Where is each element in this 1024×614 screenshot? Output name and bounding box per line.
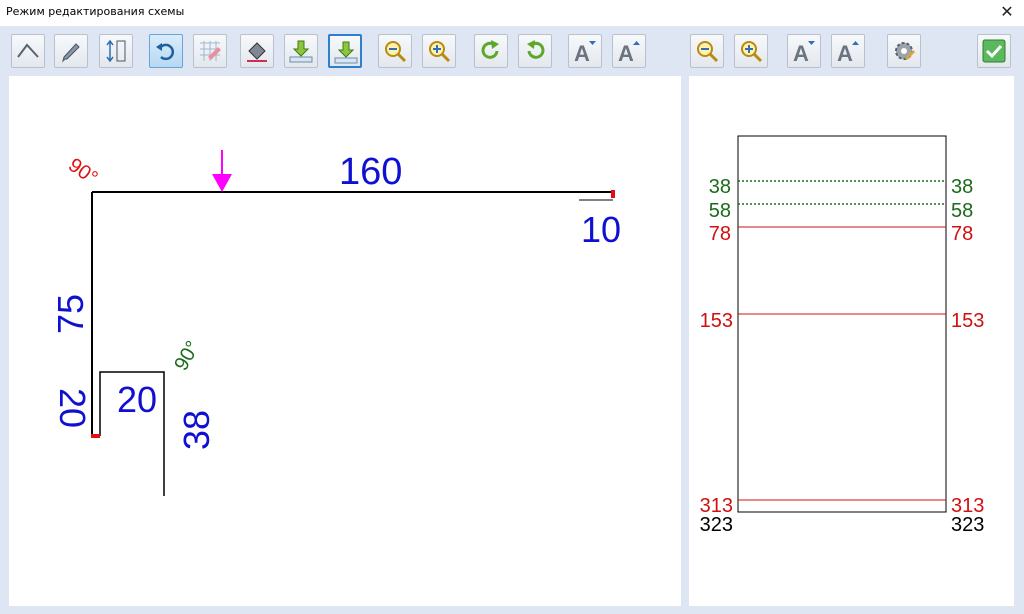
- svg-text:A: A: [618, 41, 634, 63]
- right-label: 58: [951, 200, 973, 222]
- import-button[interactable]: [284, 34, 318, 68]
- dim-lower-width[interactable]: 20: [117, 379, 157, 420]
- download-arrow-icon: [289, 40, 313, 63]
- right-label: 78: [951, 223, 973, 245]
- layout-zoom-in-button[interactable]: [734, 34, 768, 68]
- sheet-layout[interactable]: 38 58 78 153 313 323 38 58 78 153 313 32…: [689, 76, 1014, 606]
- layout-view[interactable]: 38 58 78 153 313 323 38 58 78 153 313 32…: [689, 76, 1014, 606]
- zoom-out-button[interactable]: [378, 34, 412, 68]
- left-label: 78: [709, 223, 731, 245]
- sheet-outline: [737, 135, 947, 513]
- dim-right-flange[interactable]: 10: [581, 209, 621, 250]
- zoom-in-button[interactable]: [422, 34, 456, 68]
- rotate-counterclockwise-button[interactable]: [518, 34, 552, 68]
- angle-top[interactable]: 90°: [64, 154, 101, 189]
- dim-left[interactable]: 75: [50, 294, 91, 334]
- svg-text:A: A: [837, 41, 853, 63]
- toolbar: A A A A: [0, 26, 1024, 76]
- zoom-in-icon: [429, 41, 451, 63]
- font-increase-icon: A: [618, 41, 640, 63]
- right-label: 153: [951, 310, 984, 332]
- layout-font-increase-button[interactable]: A: [831, 34, 865, 68]
- layout-zoom-out-button[interactable]: [690, 34, 724, 68]
- font-increase-icon: A: [837, 41, 859, 63]
- undo-arrow-icon: [156, 43, 175, 61]
- endpoint-marker: [91, 434, 100, 438]
- title-bar: Режим редактирования схемы ✕: [0, 0, 1024, 26]
- settings-gear-icon: [895, 42, 916, 61]
- svg-text:A: A: [574, 41, 590, 63]
- rotate-counterclockwise-icon: [527, 40, 545, 59]
- endpoint-marker: [611, 190, 615, 198]
- bend-tool-button[interactable]: [11, 34, 45, 68]
- drawing-canvas[interactable]: 160 10 75 20 20 38 90° 90°: [9, 76, 681, 606]
- confirm-button[interactable]: [977, 34, 1011, 68]
- left-label: 58: [709, 200, 731, 222]
- pencil-icon: [62, 43, 80, 63]
- height-dimension-icon: [106, 39, 126, 63]
- dim-lower-height[interactable]: 38: [176, 410, 217, 450]
- left-label: 323: [700, 514, 733, 536]
- dim-bottom-flange[interactable]: 20: [52, 388, 93, 428]
- rotate-clockwise-icon: [481, 40, 499, 59]
- eraser-button[interactable]: [193, 34, 227, 68]
- pencil-button[interactable]: [54, 34, 88, 68]
- export-button[interactable]: [328, 34, 362, 68]
- right-label: 38: [951, 176, 973, 198]
- settings-button[interactable]: [887, 34, 921, 68]
- right-label: 323: [951, 514, 984, 536]
- eraser-grid-icon: [200, 41, 221, 61]
- profile-drawing[interactable]: 160 10 75 20 20 38 90° 90°: [9, 76, 681, 606]
- font-decrease-icon: A: [574, 41, 596, 63]
- download-arrow-icon: [334, 41, 358, 64]
- arrow-head: [212, 174, 232, 192]
- confirm-check-icon: [982, 39, 1006, 63]
- zoom-in-icon: [741, 41, 763, 63]
- bend-tool-icon: [17, 43, 39, 58]
- dim-top[interactable]: 160: [339, 151, 402, 193]
- window-title: Режим редактирования схемы: [6, 5, 185, 18]
- close-button[interactable]: ✕: [996, 2, 1018, 24]
- font-increase-button[interactable]: A: [612, 34, 646, 68]
- rotate-clockwise-button[interactable]: [474, 34, 508, 68]
- font-decrease-button[interactable]: A: [568, 34, 602, 68]
- left-label: 153: [700, 310, 733, 332]
- layout-font-decrease-button[interactable]: A: [787, 34, 821, 68]
- left-label: 38: [709, 176, 731, 198]
- zoom-out-icon: [385, 41, 407, 63]
- angle-lower[interactable]: 90°: [170, 337, 204, 374]
- height-dimension-button[interactable]: [99, 34, 133, 68]
- paint-bucket-icon: [247, 42, 267, 62]
- zoom-out-icon: [697, 41, 719, 63]
- font-decrease-icon: A: [793, 41, 815, 63]
- fill-button[interactable]: [240, 34, 274, 68]
- svg-text:A: A: [793, 41, 809, 63]
- editor-frame: A A A A 160 10 75 20 20 38 90° 90° 38 58…: [0, 26, 1024, 614]
- undo-button[interactable]: [149, 34, 183, 68]
